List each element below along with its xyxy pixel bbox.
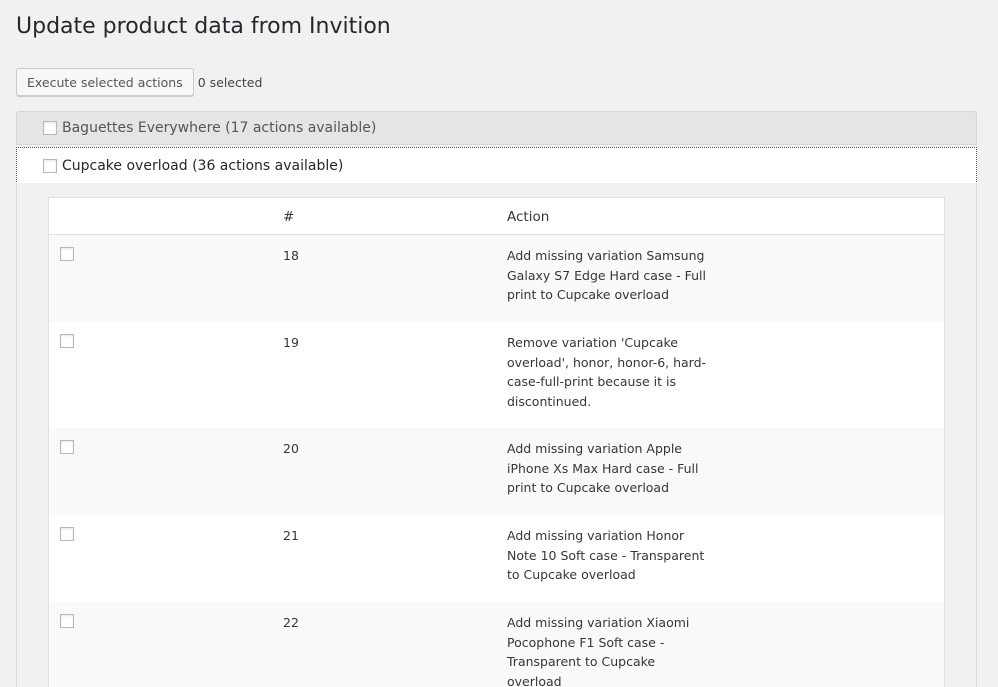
table-row: 20 Add missing variation Apple iPhone Xs…: [49, 428, 944, 515]
row-select-checkbox[interactable]: [60, 527, 74, 541]
group-label: Cupcake overload (36 actions available): [62, 157, 344, 174]
table-row: 18 Add missing variation Samsung Galaxy …: [49, 235, 944, 322]
row-action: Remove variation 'Cupcake overload', hon…: [507, 335, 707, 409]
row-number: 18: [283, 248, 299, 263]
row-number: 19: [283, 335, 299, 350]
group-select-checkbox[interactable]: [43, 158, 57, 173]
row-number: 22: [283, 615, 299, 630]
selected-count: 0 selected: [197, 74, 263, 90]
table-row: 19 Remove variation 'Cupcake overload', …: [49, 322, 944, 428]
row-number: 20: [283, 441, 299, 456]
row-select-checkbox[interactable]: [60, 247, 74, 261]
group-header-cupcake-overload[interactable]: Cupcake overload (36 actions available): [16, 147, 977, 184]
column-header-number: #: [283, 209, 295, 225]
group-select-checkbox[interactable]: [43, 121, 57, 135]
row-action: Add missing variation Honor Note 10 Soft…: [507, 528, 705, 582]
group-label: Baguettes Everywhere (17 actions availab…: [62, 120, 377, 136]
execute-selected-actions-button[interactable]: Execute selected actions: [16, 68, 194, 96]
table-row: 21 Add missing variation Honor Note 10 S…: [49, 515, 944, 602]
bulk-action-toolbar: Execute selected actions 0 selected: [16, 68, 262, 96]
page-title: Update product data from Invition: [16, 14, 391, 39]
row-action: Add missing variation Xiaomi Pocophone F…: [507, 615, 690, 687]
column-header-action: Action: [507, 209, 550, 225]
page: Update product data from Invition Execut…: [0, 0, 998, 687]
row-select-checkbox[interactable]: [60, 614, 74, 628]
row-number: 21: [283, 528, 299, 543]
row-action: Add missing variation Samsung Galaxy S7 …: [507, 248, 706, 302]
table-row: 22 Add missing variation Xiaomi Pocophon…: [49, 602, 944, 687]
row-select-checkbox[interactable]: [60, 334, 74, 348]
actions-table: # Action 18 Add missing variation Samsun…: [48, 197, 945, 687]
table-header: # Action: [49, 198, 944, 235]
group-header-baguettes-everywhere[interactable]: Baguettes Everywhere (17 actions availab…: [16, 111, 977, 145]
row-action: Add missing variation Apple iPhone Xs Ma…: [507, 441, 699, 495]
group-panel-cupcake-overload: # Action 18 Add missing variation Samsun…: [16, 183, 977, 687]
row-select-checkbox[interactable]: [60, 440, 74, 454]
